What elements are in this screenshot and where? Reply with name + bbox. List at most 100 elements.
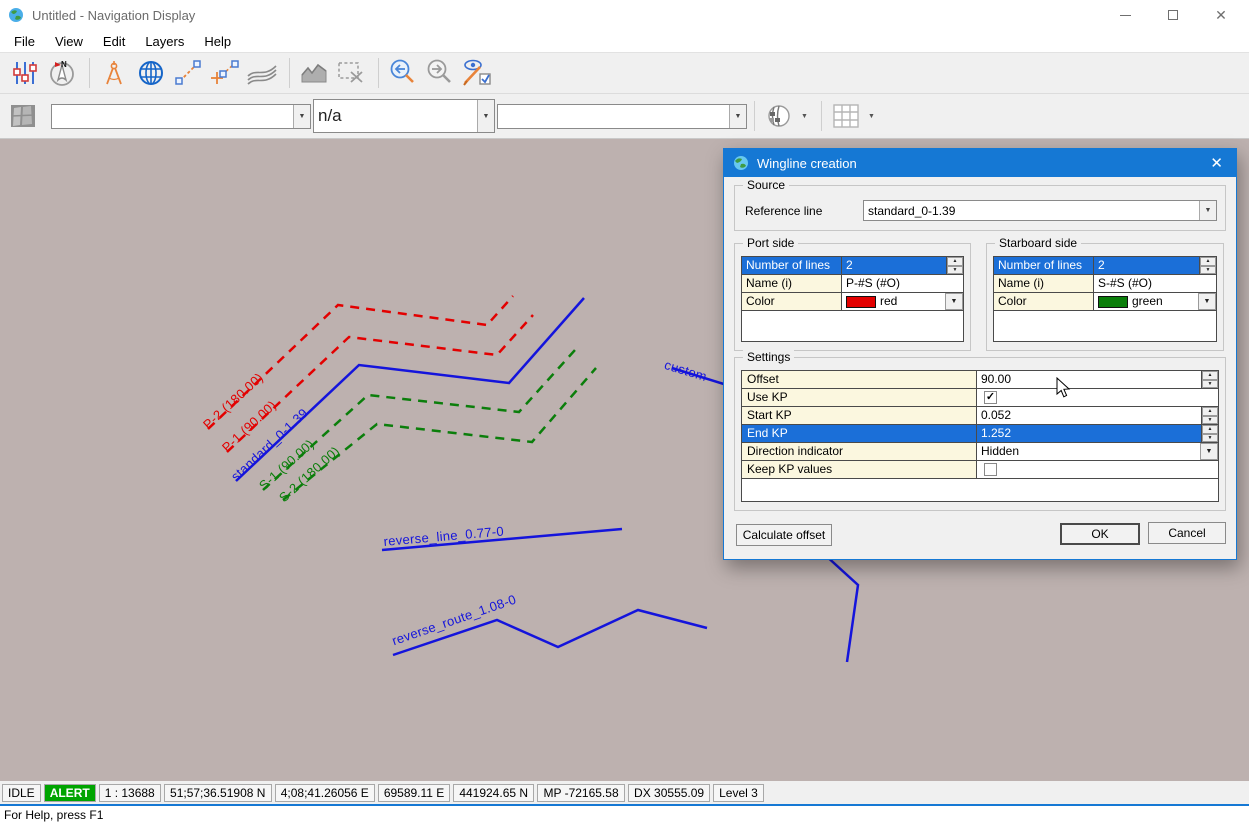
chevron-down-icon[interactable]: ▼ [729, 105, 746, 128]
measure-line-icon[interactable] [171, 56, 205, 90]
dialog-title-bar[interactable]: Wingline creation ✕ [724, 149, 1236, 177]
spin-up-icon[interactable]: ▲ [1202, 425, 1218, 434]
status-cell-3: 51;57;36.51908 N [164, 784, 272, 802]
port-color-row[interactable]: Color red ▼ [742, 293, 963, 311]
globe-icon[interactable] [134, 56, 168, 90]
start-kp-row[interactable]: Start KP 0.052 ▲▼ [742, 407, 1218, 425]
starboard-number-of-lines-row[interactable]: Number of lines 2 ▲▼ [994, 257, 1216, 275]
direction-indicator-value[interactable]: Hidden [977, 443, 1200, 460]
chevron-down-icon[interactable]: ▼ [1199, 201, 1216, 220]
port-color-value[interactable]: red [842, 293, 945, 310]
spin-up-icon[interactable]: ▲ [1200, 257, 1216, 266]
starboard-number-value[interactable]: 2 [1094, 257, 1199, 274]
use-kp-row[interactable]: Use KP [742, 389, 1218, 407]
direction-indicator-row[interactable]: Direction indicator Hidden ▼ [742, 443, 1218, 461]
end-kp-label: End KP [742, 425, 977, 442]
minimize-button[interactable] [1119, 9, 1131, 21]
toolbar-separator [821, 101, 822, 131]
port-side-group: Port side Number of lines 2 ▲▼ Name (i) … [734, 243, 971, 351]
help-bar: For Help, press F1 [0, 804, 1249, 823]
starboard-number-label: Number of lines [994, 257, 1094, 274]
scale-combobox-value: n/a [314, 100, 477, 132]
menu-edit[interactable]: Edit [93, 32, 135, 51]
plan-view-icon[interactable] [6, 99, 40, 133]
spin-down-icon[interactable]: ▼ [1202, 380, 1218, 389]
layer-combobox-value [52, 105, 293, 128]
grid-icon[interactable] [829, 99, 863, 133]
end-kp-spinner[interactable]: ▲▼ [1201, 425, 1218, 442]
mouse-cursor [1056, 377, 1072, 399]
menu-file[interactable]: File [4, 32, 45, 51]
port-name-row[interactable]: Name (i) P-#S (#O) [742, 275, 963, 293]
use-kp-checkbox[interactable] [984, 391, 997, 404]
spin-down-icon[interactable]: ▼ [1200, 266, 1216, 275]
scale-combobox[interactable]: n/a ▼ [313, 99, 495, 133]
port-name-value[interactable]: P-#S (#O) [842, 275, 963, 292]
spin-up-icon[interactable]: ▲ [947, 257, 963, 266]
maximize-button[interactable] [1167, 9, 1179, 21]
cancel-button[interactable]: Cancel [1148, 522, 1226, 544]
port-number-value[interactable]: 2 [842, 257, 946, 274]
end-kp-value[interactable]: 1.252 [977, 425, 1201, 442]
chevron-down-icon[interactable]: ▼ [868, 113, 875, 120]
zoom-previous-icon[interactable] [386, 56, 420, 90]
end-kp-row[interactable]: End KP 1.252 ▲▼ [742, 425, 1218, 443]
port-name-label: Name (i) [742, 275, 842, 292]
add-line-icon[interactable] [208, 56, 242, 90]
offset-spinner[interactable]: ▲▼ [1201, 371, 1218, 388]
port-side-table: Number of lines 2 ▲▼ Name (i) P-#S (#O) … [741, 256, 964, 342]
reference-line-combobox[interactable]: standard_0-1.39 ▼ [863, 200, 1217, 221]
port-color-dropdown[interactable]: ▼ [945, 293, 963, 310]
starboard-name-row[interactable]: Name (i) S-#S (#O) [994, 275, 1216, 293]
deselect-icon[interactable] [334, 56, 368, 90]
parallel-lines-icon[interactable] [245, 56, 279, 90]
menu-view[interactable]: View [45, 32, 93, 51]
starboard-color-value[interactable]: green [1094, 293, 1198, 310]
divider-icon[interactable] [97, 56, 131, 90]
zoom-next-icon[interactable] [423, 56, 457, 90]
object-combobox[interactable]: ▼ [497, 104, 747, 129]
source-group: Source Reference line standard_0-1.39 ▼ [734, 185, 1226, 231]
chevron-down-icon[interactable]: ▼ [801, 113, 808, 120]
close-button[interactable]: ✕ [1215, 9, 1227, 21]
profile-icon[interactable] [297, 56, 331, 90]
direction-indicator-dropdown[interactable]: ▼ [1200, 443, 1218, 460]
layer-combobox[interactable]: ▼ [51, 104, 311, 129]
menu-layers[interactable]: Layers [135, 32, 194, 51]
port-number-of-lines-row[interactable]: Number of lines 2 ▲▼ [742, 257, 963, 275]
layer-visibility-icon[interactable] [460, 56, 494, 90]
projection-icon[interactable] [762, 99, 796, 133]
settings-group-label: Settings [743, 350, 794, 364]
spin-down-icon[interactable]: ▼ [1202, 416, 1218, 425]
spin-down-icon[interactable]: ▼ [947, 266, 963, 275]
starboard-number-spinner[interactable]: ▲▼ [1199, 257, 1216, 274]
calculate-offset-button[interactable]: Calculate offset [736, 524, 832, 546]
start-kp-value[interactable]: 0.052 [977, 407, 1201, 424]
chevron-down-icon[interactable]: ▼ [477, 100, 494, 132]
start-kp-spinner[interactable]: ▲▼ [1201, 407, 1218, 424]
port-number-spinner[interactable]: ▲▼ [946, 257, 963, 274]
spin-down-icon[interactable]: ▼ [1202, 434, 1218, 443]
port-color-name: red [880, 293, 897, 310]
window-title: Untitled - Navigation Display [32, 8, 195, 23]
use-kp-value[interactable] [977, 389, 1218, 406]
source-group-label: Source [743, 178, 789, 192]
menu-help[interactable]: Help [194, 32, 241, 51]
offset-row[interactable]: Offset 90.00 ▲▼ [742, 371, 1218, 389]
keep-kp-values-value[interactable] [977, 461, 1218, 478]
keep-kp-values-checkbox[interactable] [984, 463, 997, 476]
starboard-side-table: Number of lines 2 ▲▼ Name (i) S-#S (#O) … [993, 256, 1217, 342]
sliders-icon[interactable] [8, 56, 42, 90]
dialog-close-icon[interactable]: ✕ [1206, 154, 1227, 172]
compass-icon[interactable]: N [45, 56, 79, 90]
ok-button[interactable]: OK [1060, 523, 1140, 545]
chevron-down-icon[interactable]: ▼ [293, 105, 310, 128]
spin-up-icon[interactable]: ▲ [1202, 407, 1218, 416]
keep-kp-values-row[interactable]: Keep KP values [742, 461, 1218, 479]
starboard-color-row[interactable]: Color green ▼ [994, 293, 1216, 311]
spin-up-icon[interactable]: ▲ [1202, 371, 1218, 380]
starboard-color-dropdown[interactable]: ▼ [1198, 293, 1216, 310]
offset-value[interactable]: 90.00 [977, 371, 1201, 388]
starboard-name-value[interactable]: S-#S (#O) [1094, 275, 1216, 292]
port-number-label: Number of lines [742, 257, 842, 274]
